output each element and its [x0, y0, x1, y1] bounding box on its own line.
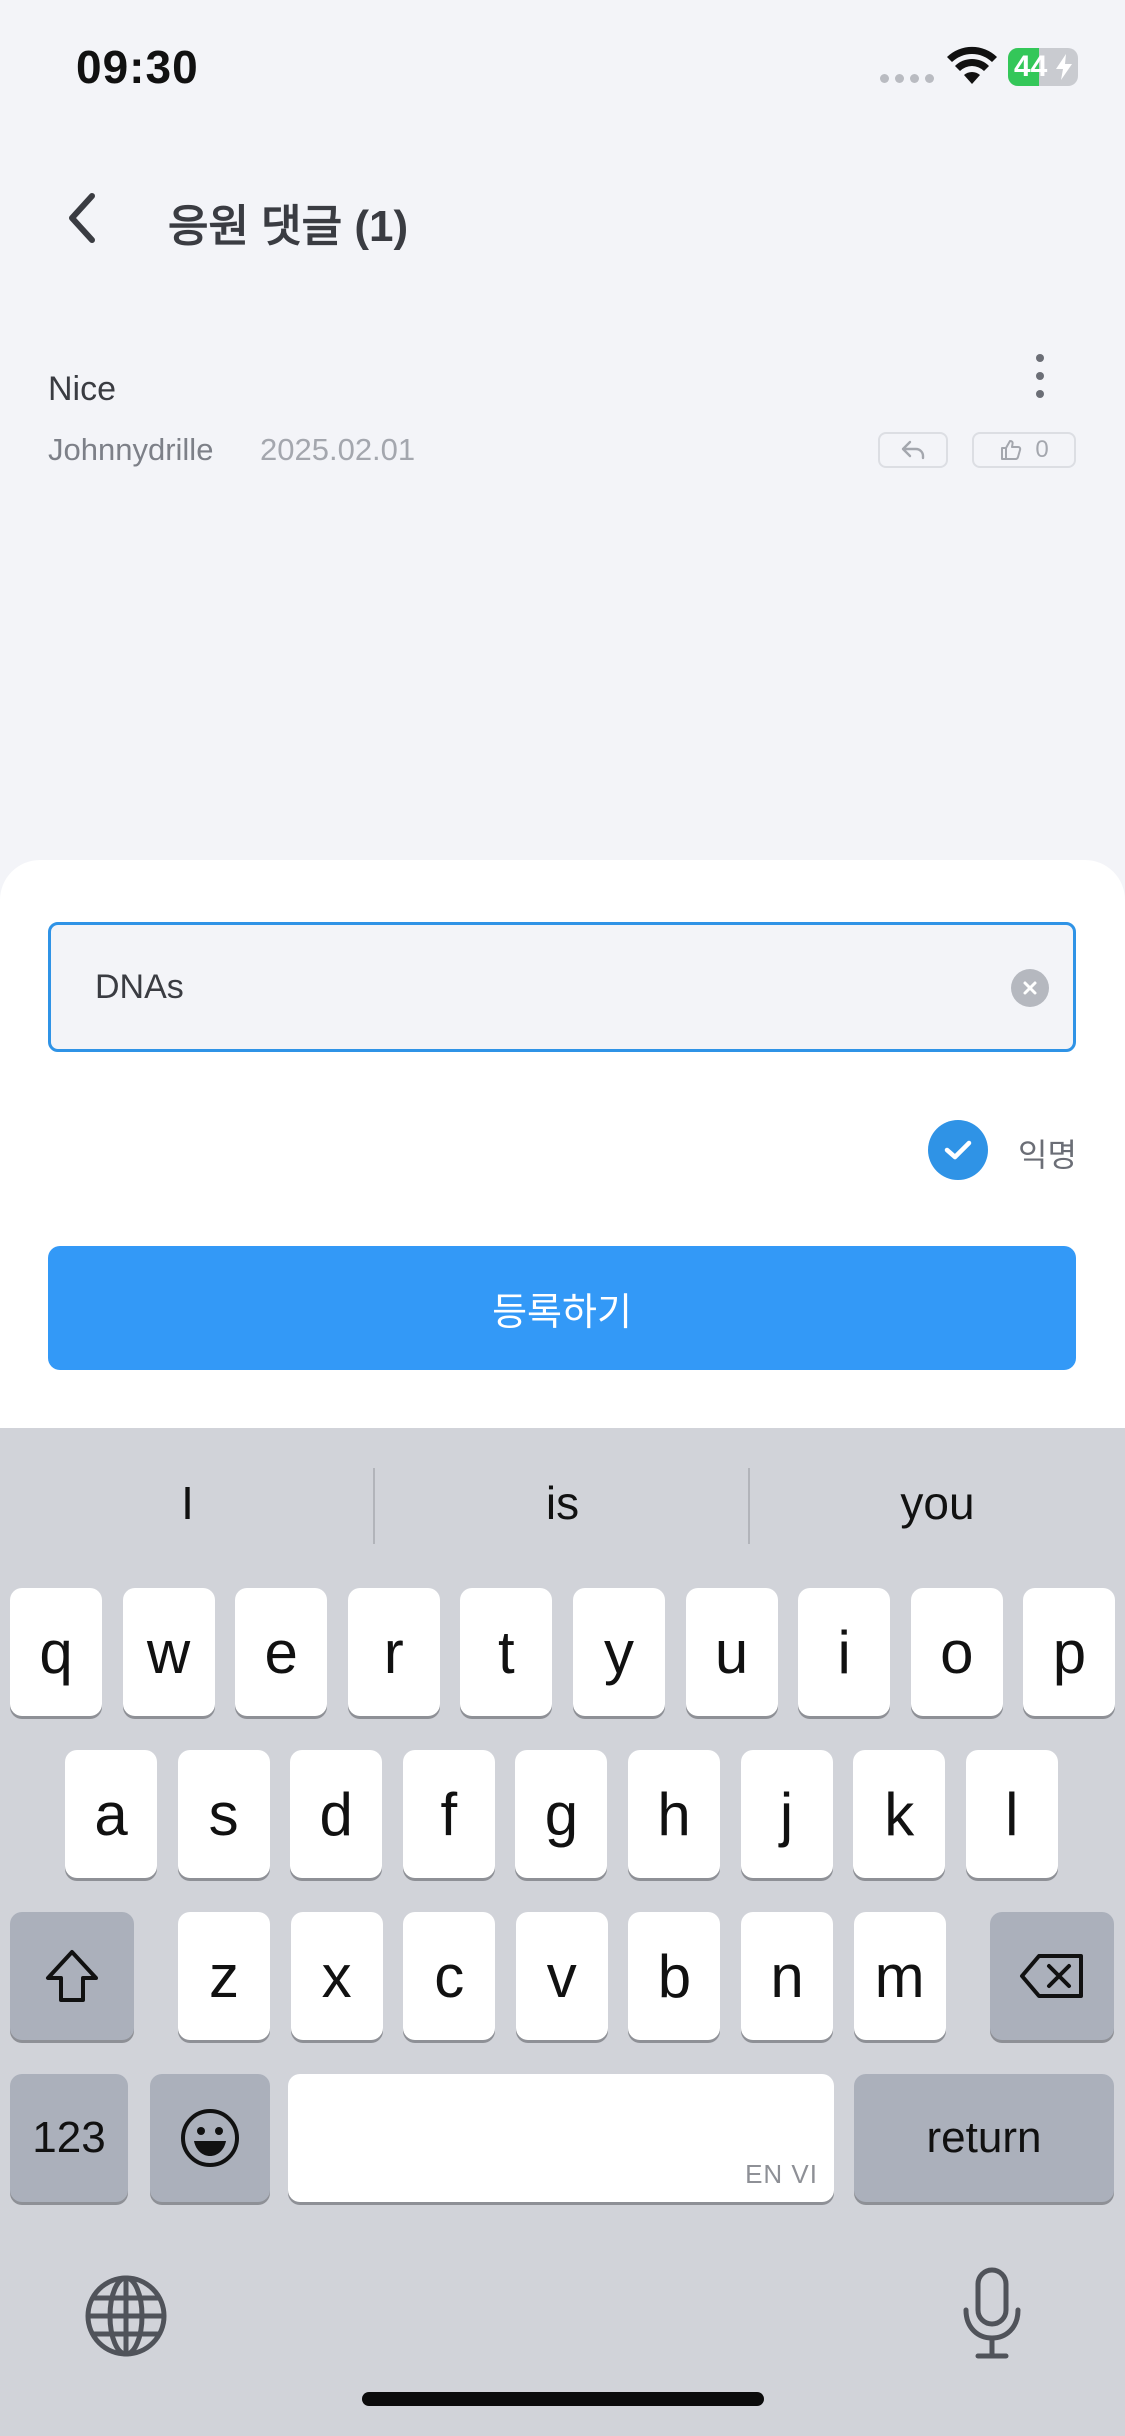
battery-icon: 44 — [1008, 48, 1078, 86]
key-j[interactable]: j — [740, 1750, 833, 1878]
close-icon — [1023, 981, 1037, 995]
home-indicator — [362, 2392, 764, 2406]
reply-icon — [901, 440, 925, 460]
key-e[interactable]: e — [235, 1588, 328, 1716]
backspace-icon — [1020, 1954, 1083, 1998]
like-button[interactable]: 0 — [972, 432, 1076, 468]
emoji-icon — [181, 2109, 239, 2167]
key-a[interactable]: a — [65, 1750, 157, 1878]
suggestion-bar: I is you — [0, 1428, 1125, 1578]
reply-button[interactable] — [878, 432, 948, 468]
globe-icon[interactable] — [84, 2274, 168, 2358]
return-key[interactable]: return — [854, 2074, 1114, 2202]
anonymous-checkbox[interactable] — [928, 1120, 988, 1180]
key-b[interactable]: b — [628, 1912, 721, 2040]
like-count: 0 — [1035, 436, 1049, 463]
cellular-signal-icon — [880, 74, 934, 83]
keyboard: I is you 123 EN VI return q w e r t y u … — [0, 1428, 1125, 2436]
microphone-icon[interactable] — [960, 2266, 1024, 2362]
delete-key[interactable] — [990, 1912, 1114, 2040]
back-icon[interactable] — [56, 188, 112, 248]
status-time: 09:30 — [76, 41, 199, 93]
key-y[interactable]: y — [573, 1588, 665, 1716]
key-r[interactable]: r — [347, 1588, 440, 1716]
wifi-icon — [947, 46, 997, 84]
comment-input[interactable] — [95, 925, 975, 1049]
suggestion-2[interactable]: is — [375, 1428, 750, 1578]
comment-item: Nice Johnnydrille 2025.02.01 0 — [0, 340, 1125, 480]
space-language-label: EN VI — [745, 2159, 818, 2189]
key-u[interactable]: u — [685, 1588, 778, 1716]
comment-text: Nice — [48, 370, 117, 408]
key-x[interactable]: x — [290, 1912, 383, 2040]
key-k[interactable]: k — [853, 1750, 946, 1878]
suggestion-1[interactable]: I — [0, 1428, 375, 1578]
checkmark-icon — [944, 1140, 972, 1160]
key-m[interactable]: m — [853, 1912, 946, 2040]
key-o[interactable]: o — [910, 1588, 1003, 1716]
suggestion-3[interactable]: you — [750, 1428, 1125, 1578]
key-w[interactable]: w — [122, 1588, 215, 1716]
thumbs-up-icon — [1001, 440, 1022, 460]
key-z[interactable]: z — [178, 1912, 270, 2040]
key-h[interactable]: h — [628, 1750, 720, 1878]
submit-button[interactable]: 등록하기 — [48, 1246, 1076, 1370]
numbers-key[interactable]: 123 — [10, 2074, 128, 2202]
shift-icon — [46, 1950, 98, 2002]
key-c[interactable]: c — [403, 1912, 496, 2040]
key-v[interactable]: v — [515, 1912, 608, 2040]
key-t[interactable]: t — [460, 1588, 553, 1716]
comment-date: 2025.02.01 — [260, 432, 416, 467]
clear-input-button[interactable] — [1011, 969, 1049, 1007]
key-p[interactable]: p — [1023, 1588, 1116, 1716]
more-options-icon[interactable] — [1024, 350, 1056, 402]
key-l[interactable]: l — [965, 1750, 1058, 1878]
charging-bolt-icon — [1056, 54, 1072, 80]
status-bar: 09:30 44 — [0, 0, 1125, 140]
header: 응원 댓글 (1) — [0, 160, 1125, 270]
space-key[interactable]: EN VI — [288, 2074, 834, 2202]
shift-key[interactable] — [10, 1912, 134, 2040]
key-n[interactable]: n — [741, 1912, 833, 2040]
comment-author: Johnnydrille — [48, 432, 214, 467]
key-g[interactable]: g — [515, 1750, 608, 1878]
key-s[interactable]: s — [177, 1750, 270, 1878]
key-f[interactable]: f — [402, 1750, 495, 1878]
page-title: 응원 댓글 (1) — [168, 202, 409, 251]
key-d[interactable]: d — [290, 1750, 383, 1878]
key-q[interactable]: q — [10, 1588, 102, 1716]
key-i[interactable]: i — [798, 1588, 891, 1716]
emoji-key[interactable] — [150, 2074, 270, 2202]
anonymous-label: 익명 — [1018, 1137, 1077, 1173]
comment-composer-sheet: 익명 등록하기 — [0, 860, 1125, 1430]
comment-input-box[interactable] — [48, 922, 1076, 1052]
